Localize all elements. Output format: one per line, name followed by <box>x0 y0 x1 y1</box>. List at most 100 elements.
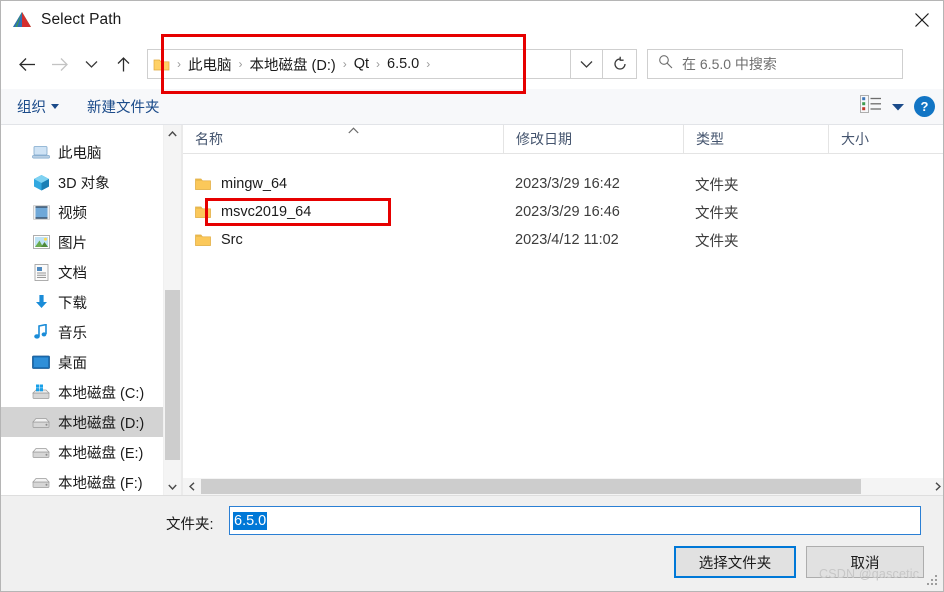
breadcrumb-item-version[interactable]: 6.5.0 <box>387 56 419 72</box>
column-label: 修改日期 <box>516 131 572 147</box>
search-placeholder: 在 6.5.0 中搜索 <box>682 56 777 72</box>
pictures-icon <box>31 233 51 251</box>
file-type: 文件夹 <box>695 205 739 222</box>
help-button[interactable]: ? <box>914 96 935 117</box>
sidebar-item-this-pc[interactable]: 此电脑 <box>1 137 181 167</box>
column-label: 类型 <box>696 131 724 147</box>
sidebar-item-drive-e[interactable]: 本地磁盘 (E:) <box>1 437 181 467</box>
select-path-dialog: Select Path › 此电脑 › 本地磁盘 (D:) › Qt › 6.5… <box>0 0 944 592</box>
sidebar-item-label: 本地磁盘 (E:) <box>58 445 144 462</box>
sidebar-scrollbar[interactable] <box>163 125 181 495</box>
column-header-type[interactable]: 类型 <box>683 125 828 153</box>
sidebar-item-label: 3D 对象 <box>58 175 110 192</box>
scroll-up-icon[interactable] <box>164 125 181 142</box>
file-type: 文件夹 <box>695 177 739 194</box>
file-date: 2023/4/12 11:02 <box>515 232 619 248</box>
scroll-down-icon[interactable] <box>164 478 181 495</box>
select-folder-button[interactable]: 选择文件夹 <box>674 546 796 578</box>
new-folder-button[interactable]: 新建文件夹 <box>87 96 160 117</box>
file-type: 文件夹 <box>695 233 739 250</box>
breadcrumb-separator: › <box>426 57 431 71</box>
sidebar-item-3d-objects[interactable]: 3D 对象 <box>1 167 181 197</box>
breadcrumb-item-this-pc[interactable]: 此电脑 <box>188 54 232 75</box>
search-icon <box>658 54 673 74</box>
file-list-pane: 名称 修改日期 类型 大小 mingw_64 2023/3/29 16:42 文… <box>183 125 943 495</box>
breadcrumb-item-drive-d[interactable]: 本地磁盘 (D:) <box>250 54 336 75</box>
table-row[interactable]: Src 2023/4/12 11:02 文件夹 <box>183 226 943 254</box>
title-bar: Select Path <box>1 1 943 39</box>
file-date: 2023/3/29 16:46 <box>515 204 620 220</box>
sidebar-item-documents[interactable]: 文档 <box>1 257 181 287</box>
column-header-date[interactable]: 修改日期 <box>503 125 683 153</box>
chevron-down-icon[interactable] <box>571 49 603 79</box>
breadcrumb-separator: › <box>376 57 380 71</box>
file-date: 2023/3/29 16:42 <box>515 176 620 192</box>
dialog-body: 此电脑 3D 对象 视频 图片 文档 下载 音乐 桌面 本地磁盘 (C:) 本地… <box>1 125 943 495</box>
navigation-sidebar: 此电脑 3D 对象 视频 图片 文档 下载 音乐 桌面 本地磁盘 (C:) 本地… <box>1 125 181 495</box>
table-row[interactable]: msvc2019_64 2023/3/29 16:46 文件夹 <box>183 198 943 226</box>
breadcrumb-separator: › <box>238 57 243 71</box>
page-title: Select Path <box>41 11 122 28</box>
chevron-down-icon <box>51 104 59 109</box>
sidebar-item-drive-f[interactable]: 本地磁盘 (F:) <box>1 467 181 495</box>
column-label: 名称 <box>195 131 223 147</box>
resize-grip[interactable] <box>927 575 939 587</box>
organize-button[interactable]: 组织 <box>17 96 59 117</box>
close-icon[interactable] <box>899 1 943 39</box>
table-row[interactable]: mingw_64 2023/3/29 16:42 文件夹 <box>183 170 943 198</box>
file-list-rows: mingw_64 2023/3/29 16:42 文件夹 msvc2019_64… <box>183 170 943 254</box>
horizontal-scrollbar-thumb[interactable] <box>201 479 861 494</box>
file-name: Src <box>221 232 243 248</box>
folder-icon <box>195 177 211 191</box>
breadcrumb-separator: › <box>342 57 347 71</box>
file-name: msvc2019_64 <box>221 204 312 220</box>
folder-icon <box>195 205 211 219</box>
folder-icon <box>195 233 211 247</box>
sidebar-item-label: 本地磁盘 (D:) <box>58 415 145 432</box>
sidebar-item-label: 桌面 <box>58 355 87 372</box>
sidebar-item-label: 下载 <box>58 295 87 312</box>
command-bar: 组织 新建文件夹 ? <box>1 89 943 125</box>
folder-icon <box>153 57 170 72</box>
scroll-left-icon[interactable] <box>183 478 200 495</box>
sidebar-item-drive-d[interactable]: 本地磁盘 (D:) <box>1 407 181 437</box>
back-icon[interactable] <box>11 49 43 79</box>
forward-icon <box>43 49 75 79</box>
sidebar-item-videos[interactable]: 视频 <box>1 197 181 227</box>
sidebar-scrollbar-thumb[interactable] <box>165 290 180 460</box>
refresh-icon[interactable] <box>603 49 637 79</box>
scroll-right-icon[interactable] <box>929 478 943 495</box>
drive-icon <box>31 443 51 461</box>
sidebar-item-label: 音乐 <box>58 325 87 342</box>
desktop-icon <box>31 353 51 371</box>
column-header-row: 名称 修改日期 类型 大小 <box>183 125 943 154</box>
sidebar-item-downloads[interactable]: 下载 <box>1 287 181 317</box>
address-bar[interactable]: › 此电脑 › 本地磁盘 (D:) › Qt › 6.5.0 › <box>147 49 571 79</box>
view-options-icon[interactable] <box>860 95 882 118</box>
sidebar-item-music[interactable]: 音乐 <box>1 317 181 347</box>
sidebar-item-drive-c[interactable]: 本地磁盘 (C:) <box>1 377 181 407</box>
sidebar-item-pictures[interactable]: 图片 <box>1 227 181 257</box>
up-icon[interactable] <box>107 49 139 79</box>
column-header-name[interactable]: 名称 <box>183 125 503 153</box>
breadcrumb-item-qt[interactable]: Qt <box>354 56 369 72</box>
horizontal-scrollbar[interactable] <box>183 478 943 495</box>
navigation-bar: › 此电脑 › 本地磁盘 (D:) › Qt › 6.5.0 › 在 6.5.0… <box>1 39 943 89</box>
sort-ascending-icon <box>348 126 359 137</box>
folder-name-input[interactable]: 6.5.0 <box>229 506 921 535</box>
search-input[interactable]: 在 6.5.0 中搜索 <box>647 49 903 79</box>
column-label: 大小 <box>841 131 869 147</box>
view-dropdown-icon[interactable] <box>892 98 904 116</box>
recent-locations-icon[interactable] <box>75 49 107 79</box>
sidebar-item-desktop[interactable]: 桌面 <box>1 347 181 377</box>
folder-name-value: 6.5.0 <box>233 511 268 530</box>
folder-field-label: 文件夹: <box>166 517 214 533</box>
downloads-icon <box>31 293 51 311</box>
3d-objects-icon <box>31 173 51 191</box>
organize-label: 组织 <box>17 100 46 116</box>
column-header-size[interactable]: 大小 <box>828 125 943 153</box>
system-drive-icon <box>31 383 51 401</box>
this-pc-icon <box>31 143 51 161</box>
sidebar-item-label: 此电脑 <box>58 145 102 162</box>
view-controls: ? <box>860 95 935 118</box>
